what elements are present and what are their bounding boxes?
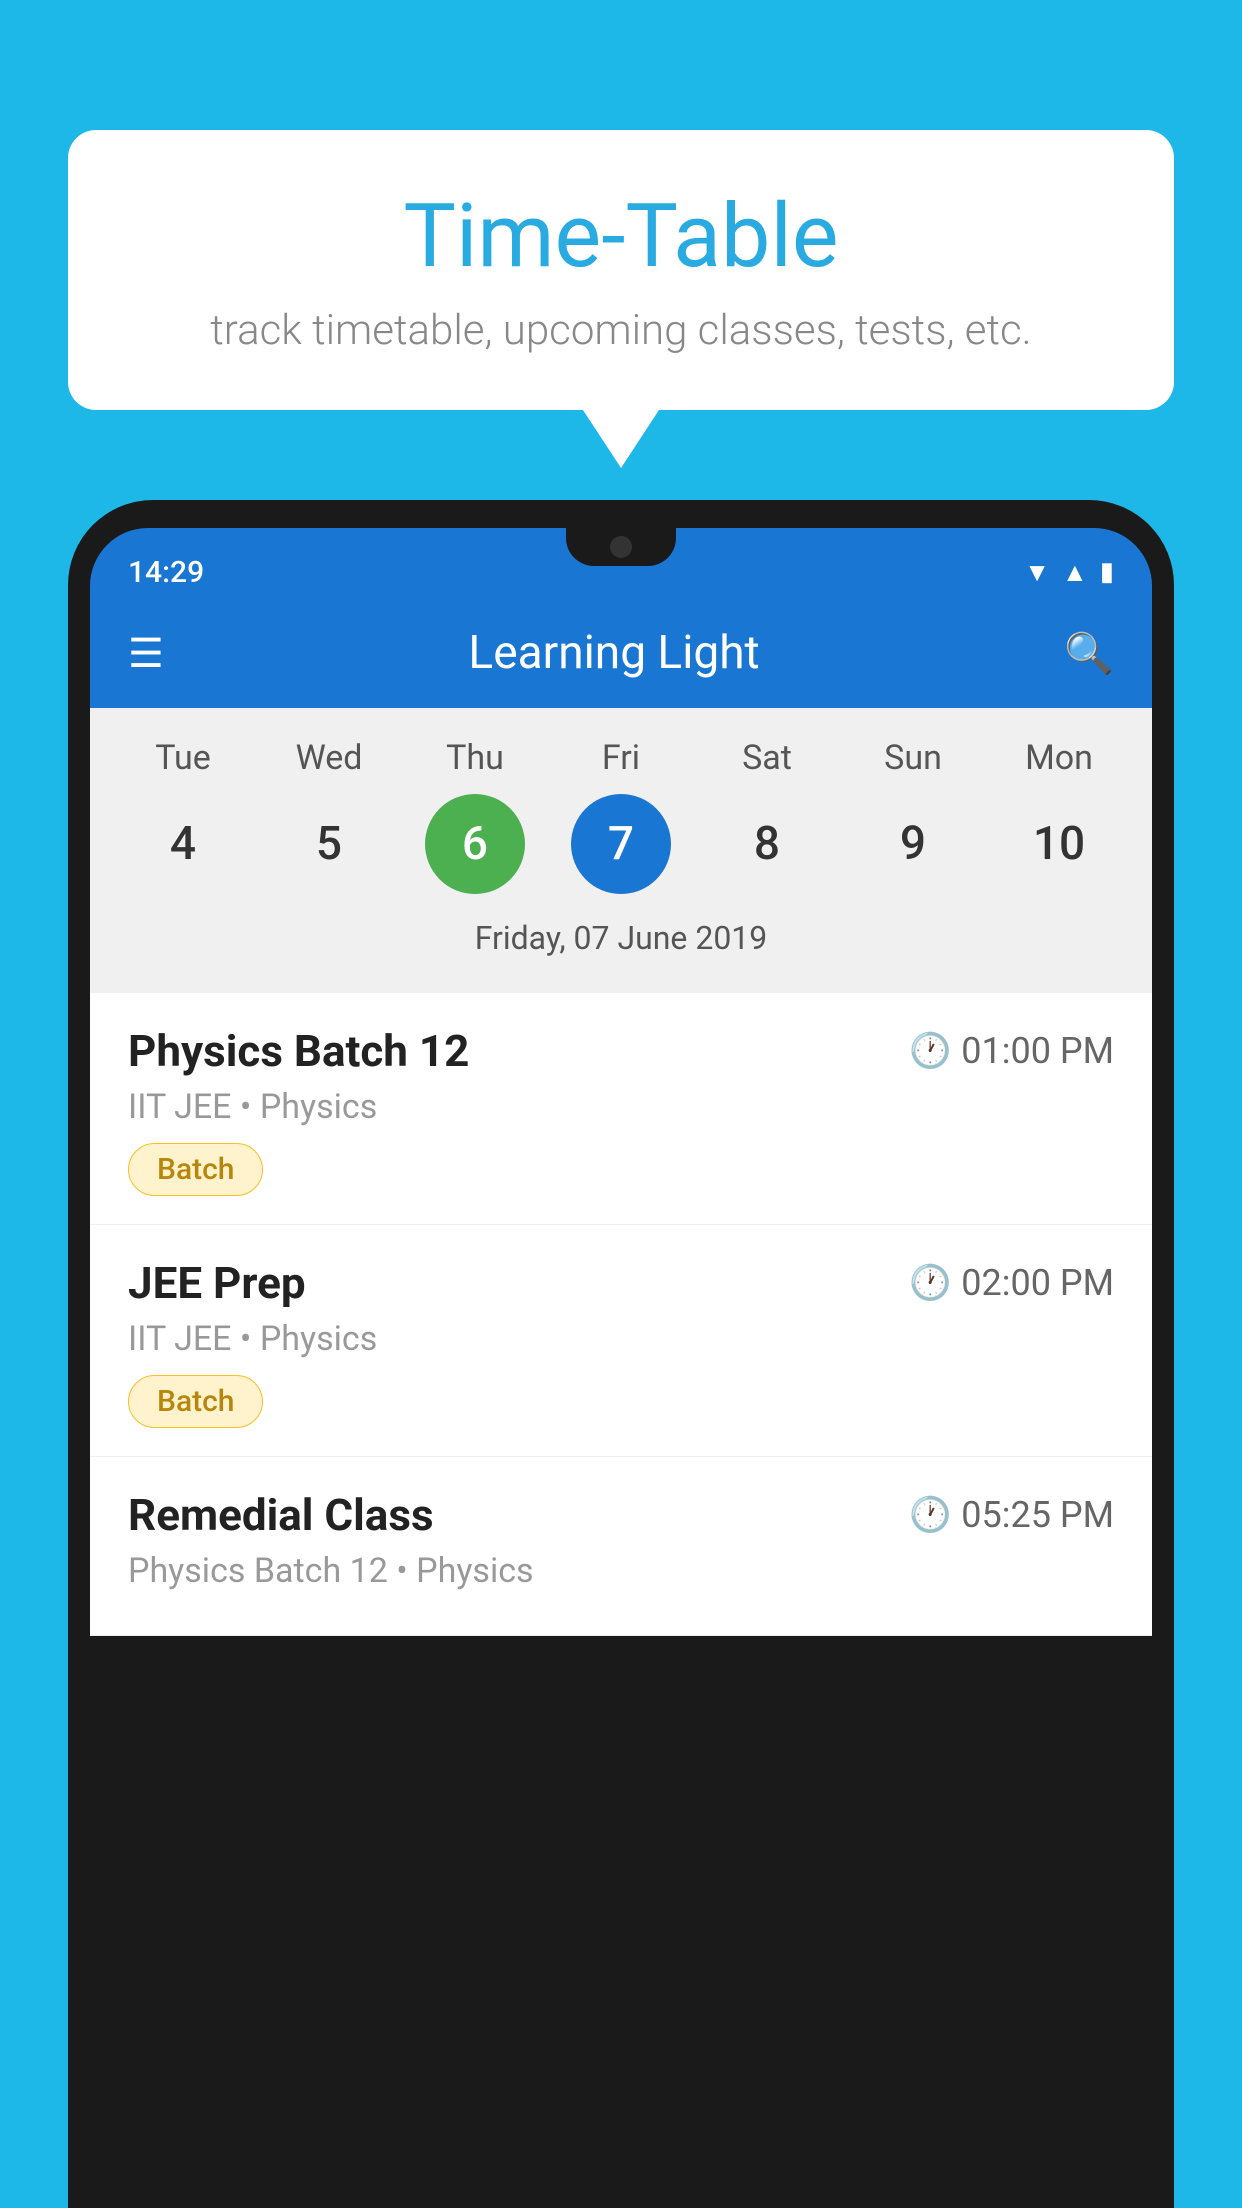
battery-icon: ▮: [1100, 557, 1114, 587]
app-bar: ☰ Learning Light 🔍: [90, 598, 1152, 708]
schedule-item-1-subtitle: IIT JEE • Physics: [128, 1087, 1114, 1127]
clock-icon-1: 🕐: [909, 1031, 951, 1071]
speech-bubble-container: Time-Table track timetable, upcoming cla…: [68, 130, 1174, 468]
schedule-item-1-time-value: 01:00 PM: [961, 1030, 1114, 1072]
phone-outer: 14:29 ▼ ▲ ▮ ☰ Learning Light 🔍 Tue Wed T…: [68, 500, 1174, 2208]
day-sat: Sat: [707, 738, 827, 778]
calendar-dates: 4 5 6 7 8 9 10: [90, 784, 1152, 909]
date-10[interactable]: 10: [1009, 794, 1109, 894]
date-9[interactable]: 9: [863, 794, 963, 894]
search-icon[interactable]: 🔍: [1064, 630, 1114, 677]
schedule-list: Physics Batch 12 🕐 01:00 PM IIT JEE • Ph…: [90, 993, 1152, 1636]
status-time: 14:29: [128, 555, 204, 590]
schedule-item-3-title: Remedial Class: [128, 1489, 434, 1541]
date-5[interactable]: 5: [279, 794, 379, 894]
wifi-icon: ▼: [1024, 557, 1050, 588]
clock-icon-3: 🕐: [909, 1495, 951, 1535]
batch-badge-1: Batch: [128, 1143, 263, 1196]
page-title: Time-Table: [128, 185, 1114, 288]
schedule-item-2[interactable]: JEE Prep 🕐 02:00 PM IIT JEE • Physics Ba…: [90, 1225, 1152, 1457]
schedule-item-1-time: 🕐 01:00 PM: [909, 1030, 1114, 1072]
date-6[interactable]: 6: [425, 794, 525, 894]
schedule-item-3-subtitle: Physics Batch 12 • Physics: [128, 1551, 1114, 1591]
day-thu: Thu: [415, 738, 535, 778]
schedule-item-3-time-value: 05:25 PM: [961, 1494, 1114, 1536]
schedule-item-2-subtitle: IIT JEE • Physics: [128, 1319, 1114, 1359]
signal-icon: ▲: [1062, 557, 1088, 588]
status-icons: ▼ ▲ ▮: [1024, 557, 1114, 588]
speech-bubble: Time-Table track timetable, upcoming cla…: [68, 130, 1174, 410]
date-8[interactable]: 8: [717, 794, 817, 894]
calendar-days-header: Tue Wed Thu Fri Sat Sun Mon: [90, 728, 1152, 784]
hamburger-icon[interactable]: ☰: [128, 630, 164, 677]
date-4[interactable]: 4: [133, 794, 233, 894]
camera: [610, 536, 632, 558]
speech-bubble-tail: [583, 410, 659, 468]
day-sun: Sun: [853, 738, 973, 778]
app-bar-title: Learning Light: [468, 626, 759, 680]
clock-icon-2: 🕐: [909, 1263, 951, 1303]
phone-mockup: 14:29 ▼ ▲ ▮ ☰ Learning Light 🔍 Tue Wed T…: [68, 500, 1174, 2208]
schedule-item-3[interactable]: Remedial Class 🕐 05:25 PM Physics Batch …: [90, 1457, 1152, 1636]
page-subtitle: track timetable, upcoming classes, tests…: [128, 306, 1114, 355]
day-fri: Fri: [561, 738, 681, 778]
selected-date-label: Friday, 07 June 2019: [90, 909, 1152, 973]
schedule-item-2-time: 🕐 02:00 PM: [909, 1262, 1114, 1304]
schedule-item-2-header: JEE Prep 🕐 02:00 PM: [128, 1257, 1114, 1309]
phone-notch: [566, 528, 676, 566]
batch-badge-2: Batch: [128, 1375, 263, 1428]
day-wed: Wed: [269, 738, 389, 778]
schedule-item-1-title: Physics Batch 12: [128, 1025, 469, 1077]
day-mon: Mon: [999, 738, 1119, 778]
schedule-item-2-title: JEE Prep: [128, 1257, 306, 1309]
schedule-item-3-header: Remedial Class 🕐 05:25 PM: [128, 1489, 1114, 1541]
schedule-item-1-header: Physics Batch 12 🕐 01:00 PM: [128, 1025, 1114, 1077]
schedule-item-3-time: 🕐 05:25 PM: [909, 1494, 1114, 1536]
calendar-section: Tue Wed Thu Fri Sat Sun Mon 4 5 6 7 8 9 …: [90, 708, 1152, 993]
day-tue: Tue: [123, 738, 243, 778]
schedule-item-2-time-value: 02:00 PM: [961, 1262, 1114, 1304]
date-7[interactable]: 7: [571, 794, 671, 894]
schedule-item-1[interactable]: Physics Batch 12 🕐 01:00 PM IIT JEE • Ph…: [90, 993, 1152, 1225]
